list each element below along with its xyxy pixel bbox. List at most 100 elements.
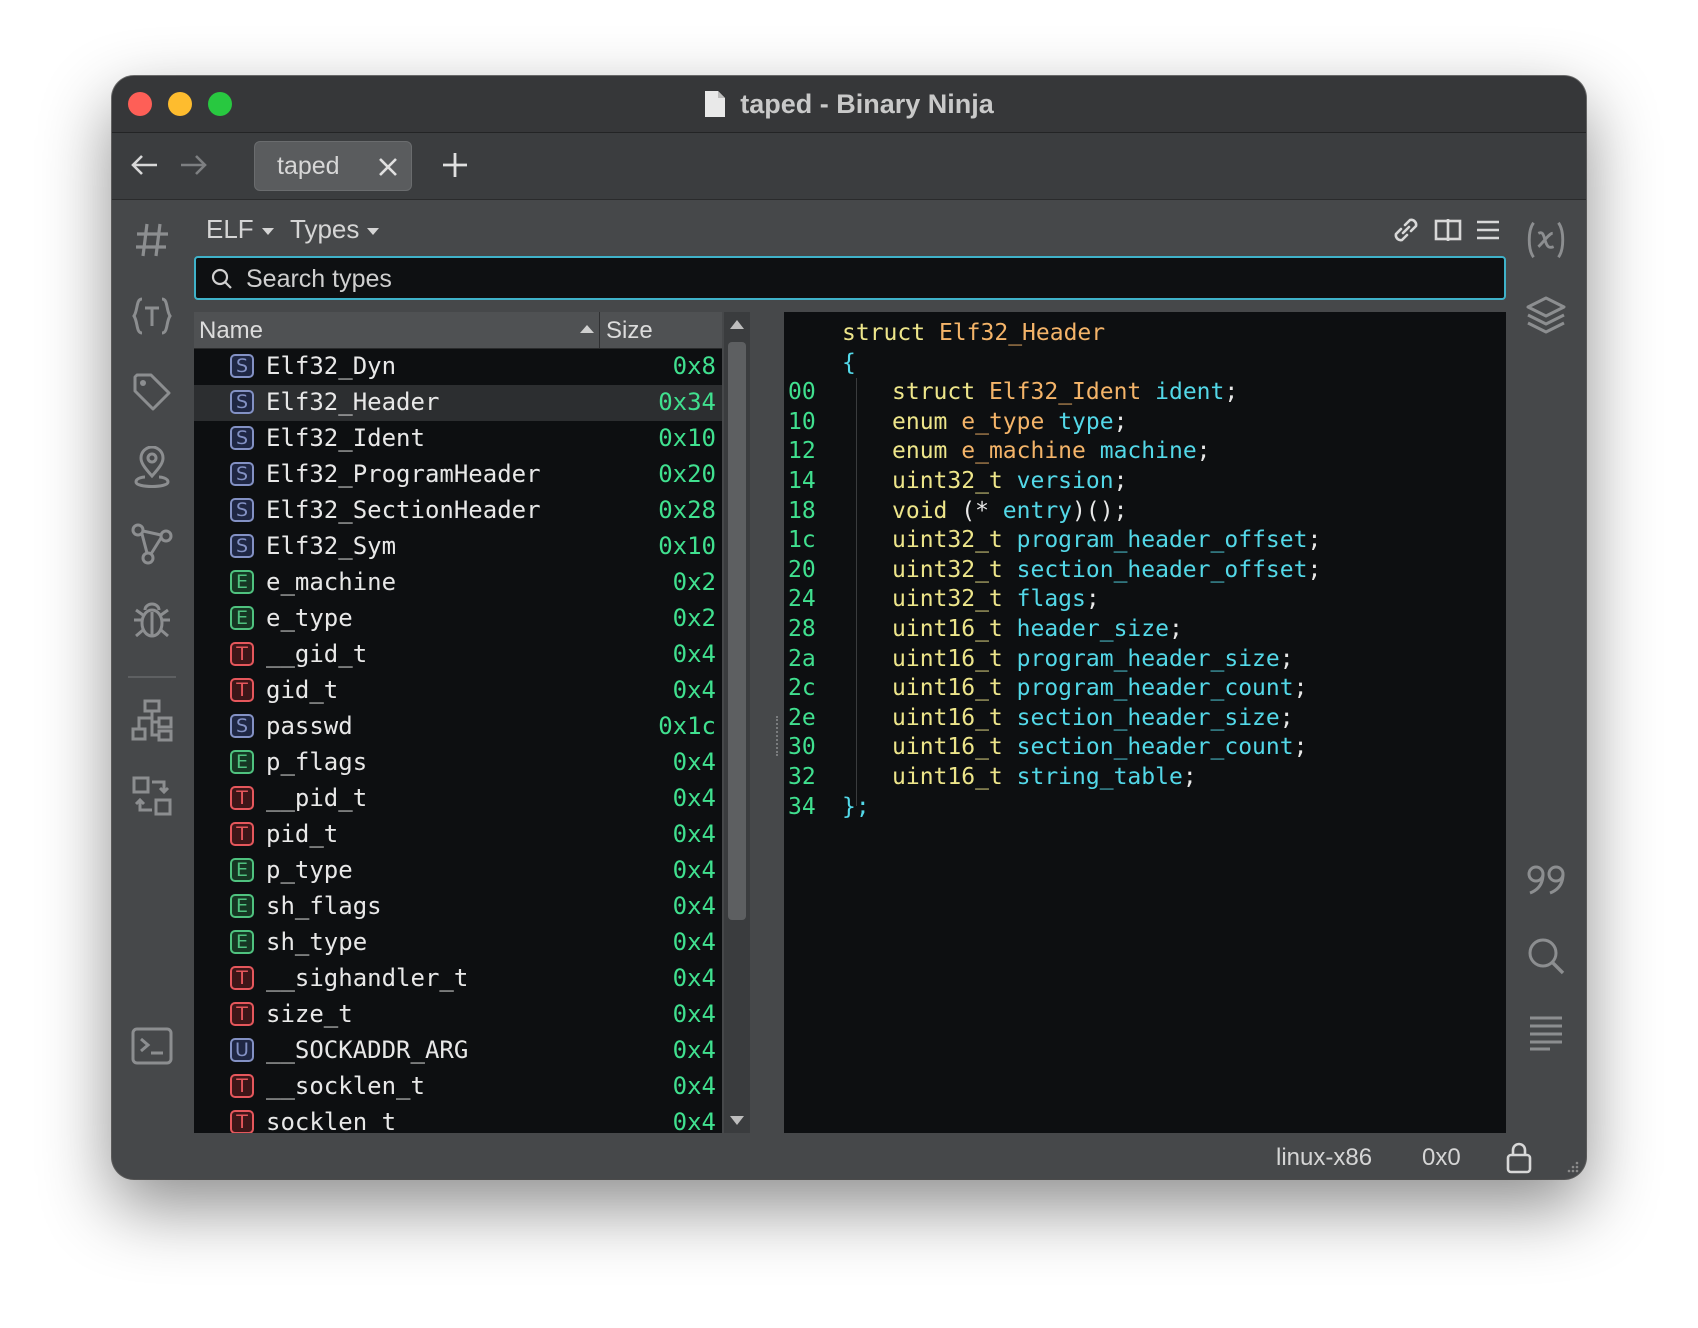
- code-line-open-brace[interactable]: {: [784, 350, 1506, 382]
- type-size: 0x28: [658, 496, 716, 524]
- sidebar-variables-button[interactable]: [1524, 218, 1568, 262]
- code-line-field[interactable]: 10 enum e_type type;: [784, 409, 1506, 441]
- field-offset: 2e: [788, 704, 816, 731]
- type-size: 0x2: [672, 568, 716, 596]
- type-list-row[interactable]: S Elf32_Sym 0x10: [194, 529, 722, 565]
- lock-icon[interactable]: [1504, 1140, 1534, 1174]
- sidebar-console-button[interactable]: [130, 1024, 174, 1068]
- splitter-handle[interactable]: [776, 716, 782, 756]
- code-line-field[interactable]: 2e uint16_t section_header_size;: [784, 705, 1506, 737]
- code-line-close-brace[interactable]: 34};: [784, 794, 1506, 826]
- back-button[interactable]: [126, 147, 162, 183]
- view-menu-button[interactable]: [1470, 212, 1506, 248]
- field-declaration: void (* entry)();: [892, 498, 1127, 524]
- code-line-field[interactable]: 12 enum e_machine machine;: [784, 438, 1506, 470]
- code-line-field[interactable]: 30 uint16_t section_header_count;: [784, 734, 1506, 766]
- types-view-dropdown[interactable]: Types: [290, 214, 380, 245]
- column-header-size[interactable]: Size: [606, 317, 653, 345]
- sidebar-symbols-button[interactable]: [130, 218, 174, 262]
- resize-grip-icon[interactable]: [1564, 1160, 1580, 1176]
- code-line-field[interactable]: 18 void (* entry)();: [784, 498, 1506, 530]
- close-brace: };: [842, 793, 870, 820]
- scroll-up-arrow-icon[interactable]: [730, 320, 744, 329]
- code-line-field[interactable]: 28 uint16_t header_size;: [784, 616, 1506, 648]
- forward-button[interactable]: [176, 147, 212, 183]
- sidebar-comments-button[interactable]: [1524, 858, 1568, 902]
- type-list-row[interactable]: S Elf32_Ident 0x10: [194, 421, 722, 457]
- sidebar-layers-button[interactable]: [1524, 294, 1568, 338]
- type-list-row[interactable]: U __SOCKADDR_ARG 0x4: [194, 1033, 722, 1069]
- type-list-scrollbar[interactable]: [724, 312, 750, 1133]
- code-line-struct-header[interactable]: struct Elf32_Header: [784, 320, 1506, 352]
- scroll-down-arrow-icon[interactable]: [730, 1116, 744, 1125]
- view-type-dropdown[interactable]: ELF: [206, 214, 274, 245]
- field-terminator: ;: [1224, 379, 1239, 406]
- sidebar-strings-button[interactable]: [1524, 1010, 1568, 1054]
- field-offset: 32: [788, 764, 816, 790]
- type-list-row[interactable]: S Elf32_Dyn 0x8: [194, 349, 722, 385]
- field-type: Elf32_Ident: [988, 379, 1142, 406]
- type-list-row[interactable]: T __sighandler_t 0x4: [194, 961, 722, 997]
- type-list-row[interactable]: Esh_type 0x4: [194, 925, 722, 961]
- right-sidebar: [1506, 200, 1586, 1179]
- type-list-row[interactable]: Ep_flags 0x4: [194, 745, 722, 781]
- split-view-button[interactable]: [1430, 212, 1466, 248]
- type-list-row[interactable]: Spasswd 0x1c: [194, 709, 722, 745]
- type-list-row[interactable]: Ee_type 0x2: [194, 601, 722, 637]
- type-list-row[interactable]: Tgid_t 0x4: [194, 673, 722, 709]
- code-line-field[interactable]: 24 uint32_t flags;: [784, 586, 1506, 618]
- close-icon[interactable]: [375, 154, 401, 180]
- code-line-field[interactable]: 14 uint32_t version;: [784, 468, 1506, 500]
- type-list-row[interactable]: S Elf32_SectionHeader 0x28: [194, 493, 722, 529]
- column-header-name[interactable]: Name: [199, 317, 263, 345]
- type-size: 0x4: [672, 784, 716, 812]
- type-list-row[interactable]: T __pid_t 0x4: [194, 781, 722, 817]
- field-pointer-punct: (*: [961, 497, 1003, 524]
- scrollbar-thumb[interactable]: [728, 342, 746, 920]
- field-terminator: ;: [1168, 616, 1183, 642]
- sidebar-types-button[interactable]: [130, 294, 174, 338]
- field-offset: 30: [788, 734, 816, 761]
- bug-icon: [134, 602, 170, 638]
- code-line-field[interactable]: 2a uint16_t program_header_size;: [784, 646, 1506, 678]
- type-list-row[interactable]: Ee_machine 0x2: [194, 565, 722, 601]
- sidebar-tags-button[interactable]: [130, 370, 174, 414]
- field-name: program_header_size: [1016, 645, 1280, 672]
- type-list-row[interactable]: S Elf32_Header 0x34: [194, 385, 722, 421]
- platform-label[interactable]: linux-x86: [1276, 1144, 1372, 1172]
- type-list-row[interactable]: S Elf32_ProgramHeader 0x20: [194, 457, 722, 493]
- search-input[interactable]: [244, 258, 1448, 300]
- field-offset: 1c: [788, 527, 816, 554]
- type-size: 0x2: [672, 604, 716, 632]
- view-type-label: ELF: [206, 214, 254, 244]
- type-list-row[interactable]: Tpid_t 0x4: [194, 817, 722, 853]
- type-list-row[interactable]: Ep_type 0x4: [194, 853, 722, 889]
- address-label[interactable]: 0x0: [1422, 1144, 1461, 1172]
- field-terminator: ;: [1196, 438, 1211, 465]
- type-list-row[interactable]: T __gid_t 0x4: [194, 637, 722, 673]
- sync-link-button[interactable]: [1388, 212, 1424, 248]
- field-terminator: ;: [1085, 586, 1100, 613]
- sidebar-graph-button[interactable]: [130, 522, 174, 566]
- tab-taped[interactable]: taped: [254, 141, 412, 191]
- search-types-field[interactable]: [194, 256, 1506, 300]
- field-name: ident: [1155, 379, 1225, 406]
- code-line-field[interactable]: 00 struct Elf32_Ident ident;: [784, 379, 1506, 411]
- type-list-row[interactable]: Tsize_t 0x4: [194, 997, 722, 1033]
- search-icon: [1528, 938, 1565, 975]
- new-tab-plus-icon[interactable]: [437, 147, 473, 183]
- code-line-field[interactable]: 2c uint16_t program_header_count;: [784, 675, 1506, 707]
- type-list-row[interactable]: Tsocklen_t 0x4: [194, 1105, 722, 1133]
- sidebar-search-button[interactable]: [1524, 934, 1568, 978]
- type-list-row[interactable]: Esh_flags 0x4: [194, 889, 722, 925]
- sidebar-xrefs-button[interactable]: [130, 774, 174, 818]
- arrow-left-icon: [131, 155, 157, 175]
- sidebar-locations-button[interactable]: [130, 446, 174, 490]
- sidebar-hierarchy-button[interactable]: [130, 698, 174, 742]
- sidebar-debugger-button[interactable]: [130, 598, 174, 642]
- code-line-field[interactable]: 32 uint16_t string_table;: [784, 764, 1506, 796]
- code-line-field[interactable]: 20 uint32_t section_header_offset;: [784, 557, 1506, 589]
- code-line-field[interactable]: 1c uint32_t program_header_offset;: [784, 527, 1506, 559]
- type-name: pid_t: [266, 820, 339, 848]
- type-list-row[interactable]: T __socklen_t 0x4: [194, 1069, 722, 1105]
